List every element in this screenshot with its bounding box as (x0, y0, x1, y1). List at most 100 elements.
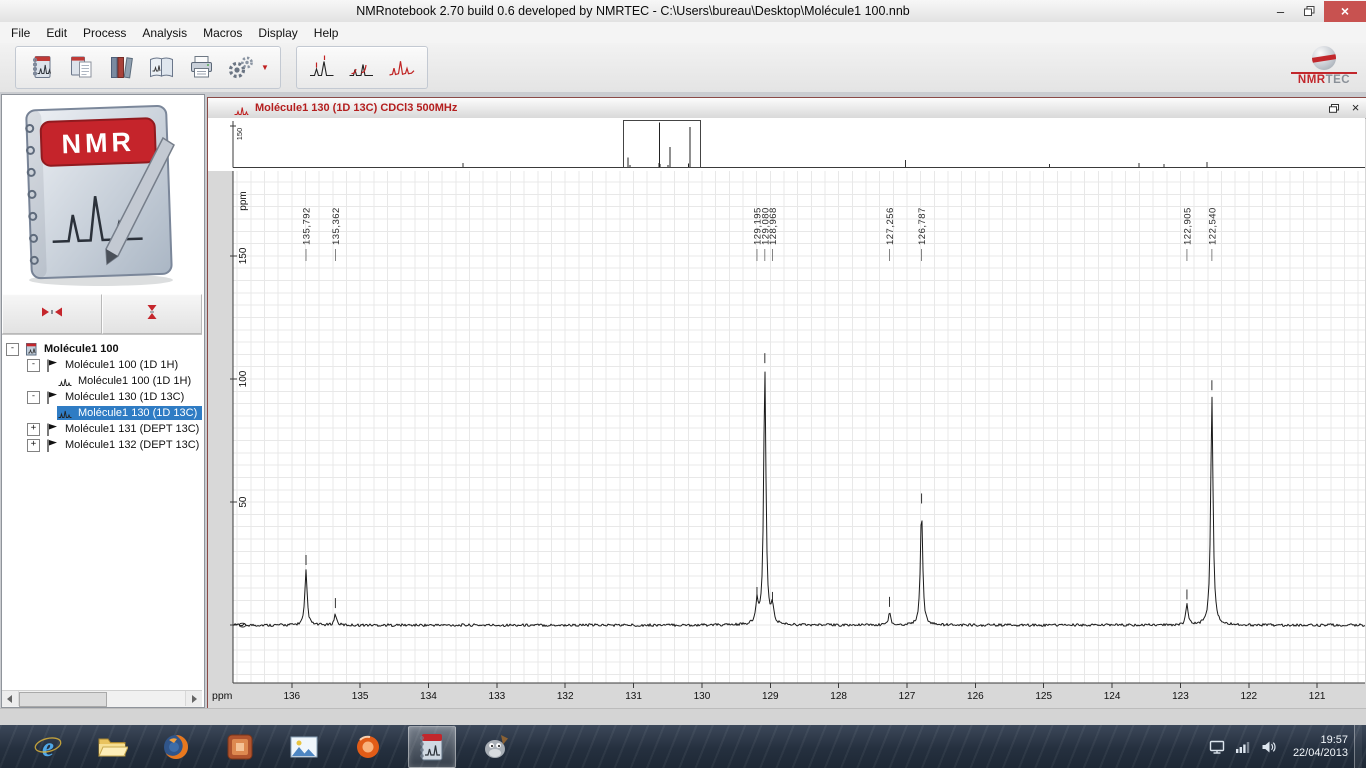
svg-text:150: 150 (235, 128, 244, 141)
svg-text:135,362: 135,362 (331, 207, 342, 245)
display-icon[interactable] (1209, 739, 1225, 755)
nmrtec-logo: NMRTEC (1291, 46, 1357, 87)
svg-text:127,256: 127,256 (885, 207, 896, 245)
taskbar-app-file-explorer[interactable] (88, 726, 136, 768)
printer-icon[interactable] (181, 49, 221, 87)
menu-help[interactable]: Help (306, 23, 347, 43)
svg-text:126: 126 (967, 691, 984, 701)
status-strip (0, 708, 1366, 726)
doc-window-controls: × (1326, 101, 1363, 115)
svg-text:122,540: 122,540 (1207, 207, 1218, 245)
scroll-left-arrow[interactable] (2, 691, 19, 706)
gears-icon[interactable] (221, 49, 261, 87)
taskbar-clock[interactable]: 19:57 22/04/2013 (1293, 734, 1348, 760)
svg-text:NMR: NMR (61, 127, 136, 160)
menu-file[interactable]: File (3, 23, 38, 43)
taskbar-app-gimp[interactable] (472, 726, 520, 768)
taskbar-app-media-app[interactable] (216, 726, 264, 768)
spectrum-overview[interactable]: 150 (208, 118, 1365, 171)
svg-text:132: 132 (557, 691, 574, 701)
window-titlebar: NMRnotebook 2.70 build 0.6 developed by … (0, 0, 1366, 23)
book-spectrum-icon[interactable] (141, 49, 181, 87)
menu-bar: File Edit Process Analysis Macros Display Help (0, 22, 1366, 44)
collapse-horizontal-button[interactable] (2, 294, 102, 334)
tree-item-mol-cule1-130-1d-13c[interactable]: Molécule1 130 (1D 13C) (2, 405, 202, 421)
tree-item-label: Molécule1 100 (1D 1H) (65, 359, 179, 371)
tree-expander[interactable]: + (27, 438, 40, 452)
svg-text:122: 122 (1240, 691, 1257, 701)
tree-item-mol-cule1-131-dept-13c[interactable]: + Molécule1 131 (DEPT 13C) (2, 421, 202, 437)
spectrum-canvas: 136 135 134 133 132 131 130 129 128 127 126 125 124 1… (208, 171, 1366, 702)
notebook-page-icon[interactable] (61, 49, 101, 87)
tree-expander[interactable]: - (6, 342, 19, 356)
menu-edit[interactable]: Edit (38, 23, 75, 43)
tree-item-mol-cule1-100-1d-1h[interactable]: - Molécule1 100 (1D 1H) (2, 357, 202, 373)
peak-pick-icon[interactable] (302, 49, 342, 87)
menu-macros[interactable]: Macros (195, 23, 250, 43)
svg-text:128: 128 (830, 691, 847, 701)
window-title: NMRnotebook 2.70 build 0.6 developed by … (356, 4, 910, 18)
tree-item-mol-cule1-132-dept-13c[interactable]: + Molécule1 132 (DEPT 13C) (2, 437, 202, 453)
svg-text:126,787: 126,787 (917, 207, 928, 245)
integrals-icon[interactable] (342, 49, 382, 87)
taskbar-app-firefox[interactable] (152, 726, 200, 768)
svg-text:ppm: ppm (238, 191, 249, 210)
restore-button[interactable] (1295, 1, 1324, 22)
nmr-notebook-logo: NMR (2, 95, 202, 293)
tree-item-mol-cule1-100-1d-1h[interactable]: Molécule1 100 (1D 1H) (2, 373, 202, 389)
gears-dropdown-arrow[interactable]: ▼ (261, 63, 269, 72)
tree-item-label: Molécule1 130 (1D 13C) (78, 407, 198, 419)
brand-nmr: NMR (1297, 74, 1326, 86)
tree-item-label: Molécule1 131 (DEPT 13C) (65, 423, 200, 435)
tree-item-mol-cule1-130-1d-13c[interactable]: - Molécule1 130 (1D 13C) (2, 389, 202, 405)
restore-icon (1304, 6, 1315, 16)
taskbar-app-photo-viewer[interactable] (280, 726, 328, 768)
menu-process[interactable]: Process (75, 23, 134, 43)
svg-text:131: 131 (625, 691, 642, 701)
svg-text:122,905: 122,905 (1182, 207, 1193, 245)
show-desktop-button[interactable] (1354, 725, 1362, 768)
notebook-icon[interactable] (21, 49, 61, 87)
spectrum-window-title: Molécule1 130 (1D 13C) CDCl3 500MHz (255, 102, 458, 114)
scrollbar-thumb[interactable] (19, 692, 107, 707)
svg-text:136: 136 (283, 691, 300, 701)
nmrtec-brand: NMRTEC (1291, 72, 1357, 87)
svg-text:150: 150 (238, 247, 249, 264)
close-button[interactable]: × (1324, 0, 1366, 22)
flag-icon (45, 391, 59, 404)
taskbar-app-nmrnotebook[interactable] (408, 725, 456, 768)
network-icon[interactable] (1235, 739, 1251, 755)
svg-text:134: 134 (420, 691, 437, 701)
taskbar-app-browser-orange[interactable] (344, 726, 392, 768)
spectrum-window-titlebar[interactable]: Molécule1 130 (1D 13C) CDCl3 500MHz × (208, 98, 1366, 119)
sidebar-scrollbar-horizontal[interactable] (2, 690, 202, 707)
sidebar: NMR - Molécule1 100- Molécule1 100 (1D 1H)… (1, 94, 205, 708)
tree-item-label: Molécule1 100 (44, 343, 119, 355)
tree-expander[interactable]: + (27, 422, 40, 436)
spectrum-icon[interactable] (382, 49, 422, 87)
spectrum-icon (58, 375, 72, 388)
menu-analysis[interactable]: Analysis (134, 23, 195, 43)
tree-expander[interactable]: - (27, 358, 40, 372)
notebook-icon (24, 342, 38, 356)
spectrum-plot[interactable]: 136 135 134 133 132 131 130 129 128 127 126 125 124 1… (208, 171, 1366, 707)
collapse-vertical-button[interactable] (102, 294, 202, 334)
doc-close-button[interactable]: × (1348, 101, 1363, 115)
notebook-tree: - Molécule1 100- Molécule1 100 (1D 1H) Molé… (2, 341, 202, 689)
clock-time: 19:57 (1320, 733, 1348, 746)
svg-text:125: 125 (1035, 691, 1052, 701)
tree-expander[interactable]: - (27, 390, 40, 404)
toolbar-group-notebook: ▼ (15, 46, 281, 89)
toolbar: ▼ NMRTEC (0, 43, 1366, 93)
taskbar-app-internet-explorer[interactable]: e (24, 726, 72, 768)
collapse-vertical-icon (144, 304, 160, 325)
tree-item-mol-cule1-100[interactable]: - Molécule1 100 (2, 341, 202, 357)
doc-restore-button[interactable] (1326, 101, 1341, 115)
svg-text:ppm: ppm (212, 690, 233, 701)
scroll-right-arrow[interactable] (185, 691, 202, 706)
library-icon[interactable] (101, 49, 141, 87)
volume-icon[interactable] (1261, 739, 1277, 755)
menu-display[interactable]: Display (250, 23, 305, 43)
minimize-button[interactable]: – (1266, 1, 1295, 22)
svg-text:50: 50 (238, 496, 249, 508)
